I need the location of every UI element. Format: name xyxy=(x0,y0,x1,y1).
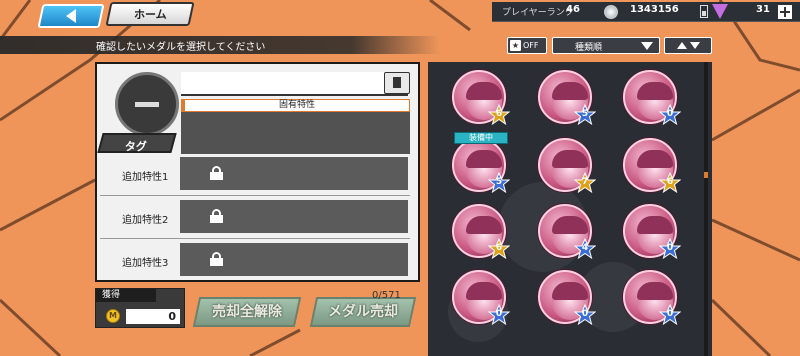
sort-order-button[interactable] xyxy=(664,37,712,54)
sort-select[interactable]: 種類順 xyxy=(552,37,660,54)
level-star-icon xyxy=(659,238,681,260)
medal-item[interactable]: 5 xyxy=(536,68,598,130)
sell-medal-button[interactable]: メダル売却 xyxy=(309,297,417,327)
gem-count: 31 xyxy=(756,4,770,15)
medal-coin-icon: M xyxy=(106,309,120,323)
level-star-icon xyxy=(659,172,681,194)
favorite-filter-toggle[interactable]: ★ OFF xyxy=(507,37,547,54)
bonus-trait-label: 追加特性2 xyxy=(122,215,169,226)
lock-icon xyxy=(210,166,223,180)
divider xyxy=(100,238,410,239)
unique-trait-header: 固有特性 xyxy=(181,99,410,112)
scrollbar[interactable] xyxy=(704,62,708,356)
battery-icon xyxy=(700,5,708,18)
release-all-button[interactable]: 売却全解除 xyxy=(192,297,302,327)
acquire-value: 0 xyxy=(126,309,180,324)
medal-grid: 6 5 0 5 装備中 7 6 6 4 0 0 0 0 xyxy=(428,62,712,356)
lock-icon xyxy=(210,209,223,223)
medal-item[interactable]: 0 xyxy=(621,268,683,330)
gem-icon xyxy=(712,4,728,19)
arrow-up-icon xyxy=(676,42,687,49)
level-star-icon xyxy=(574,104,596,126)
medal-item[interactable]: 0 xyxy=(536,268,598,330)
home-button-label: ホーム xyxy=(133,8,167,21)
bonus-trait-label: 追加特性3 xyxy=(122,258,169,269)
medal-item[interactable]: 0 xyxy=(621,68,683,130)
equipped-badge: 装備中 xyxy=(454,132,508,144)
sell-medal-label: メダル売却 xyxy=(328,304,398,320)
bonus-trait-label: 追加特性1 xyxy=(122,172,169,183)
medal-item[interactable]: 6 xyxy=(450,202,512,264)
tag-label-text: タグ xyxy=(124,140,147,153)
favorite-button[interactable] xyxy=(384,72,410,94)
level-star-icon xyxy=(488,304,510,326)
coin-icon xyxy=(604,5,618,19)
release-all-label: 売却全解除 xyxy=(212,304,282,320)
medal-item[interactable]: 0 xyxy=(621,202,683,264)
bonus-trait-slot xyxy=(180,243,408,276)
medal-count: 0/571 xyxy=(372,290,401,301)
player-rank-label: プレイヤーランク xyxy=(502,8,574,18)
unique-trait-box: 固有特性 xyxy=(181,99,410,154)
medal-item[interactable]: 6 xyxy=(621,136,683,198)
home-button[interactable]: ホーム xyxy=(105,2,195,26)
level-star-icon xyxy=(488,104,510,126)
status-bar: プレイヤーランク 46 1343156 31 xyxy=(492,2,800,22)
level-star-icon xyxy=(574,304,596,326)
medal-name-field xyxy=(181,72,408,96)
level-star-icon xyxy=(574,238,596,260)
level-star-icon xyxy=(659,104,681,126)
acquire-panel: 獲得 M 0 xyxy=(95,288,185,328)
medal-item[interactable]: 0 xyxy=(450,268,512,330)
divider xyxy=(100,195,410,196)
add-gems-button[interactable] xyxy=(778,5,792,19)
selected-medal-slot xyxy=(115,72,179,136)
scrollbar-thumb[interactable] xyxy=(704,172,708,178)
bonus-trait-slot xyxy=(180,157,408,190)
medal-item[interactable]: 6 xyxy=(450,68,512,130)
medal-item[interactable]: 5 xyxy=(450,136,512,198)
level-star-icon xyxy=(488,238,510,260)
coin-count: 1343156 xyxy=(630,4,679,15)
level-star-icon xyxy=(488,172,510,194)
medal-item[interactable]: 4 xyxy=(536,202,598,264)
instruction-text: 確認したいメダルを選択してください xyxy=(96,42,266,53)
level-star-icon xyxy=(574,172,596,194)
back-button[interactable] xyxy=(37,4,105,28)
instruction-bar: 確認したいメダルを選択してください xyxy=(0,36,440,54)
bonus-trait-row: 追加特性2 xyxy=(100,200,410,239)
medal-item[interactable]: 7 xyxy=(536,136,598,198)
back-arrow-icon xyxy=(66,9,76,23)
favorite-filter-label: OFF xyxy=(523,41,539,50)
bonus-trait-slot xyxy=(180,200,408,233)
tag-label: タグ xyxy=(97,133,177,153)
medal-list-screen: ホーム プレイヤーランク 46 1343156 31 確認したいメダルを選択して… xyxy=(0,0,800,356)
chevron-down-icon xyxy=(641,42,653,50)
acquire-label: 獲得 xyxy=(96,289,156,302)
star-flag-icon: ★ xyxy=(510,40,521,51)
level-star-icon xyxy=(659,304,681,326)
bonus-trait-row: 追加特性1 xyxy=(100,157,410,196)
bonus-trait-row: 追加特性3 xyxy=(100,243,410,278)
lock-icon xyxy=(210,252,223,266)
arrow-down-icon xyxy=(689,42,700,49)
sort-select-value: 種類順 xyxy=(575,43,603,53)
player-rank-value: 46 xyxy=(566,4,580,15)
